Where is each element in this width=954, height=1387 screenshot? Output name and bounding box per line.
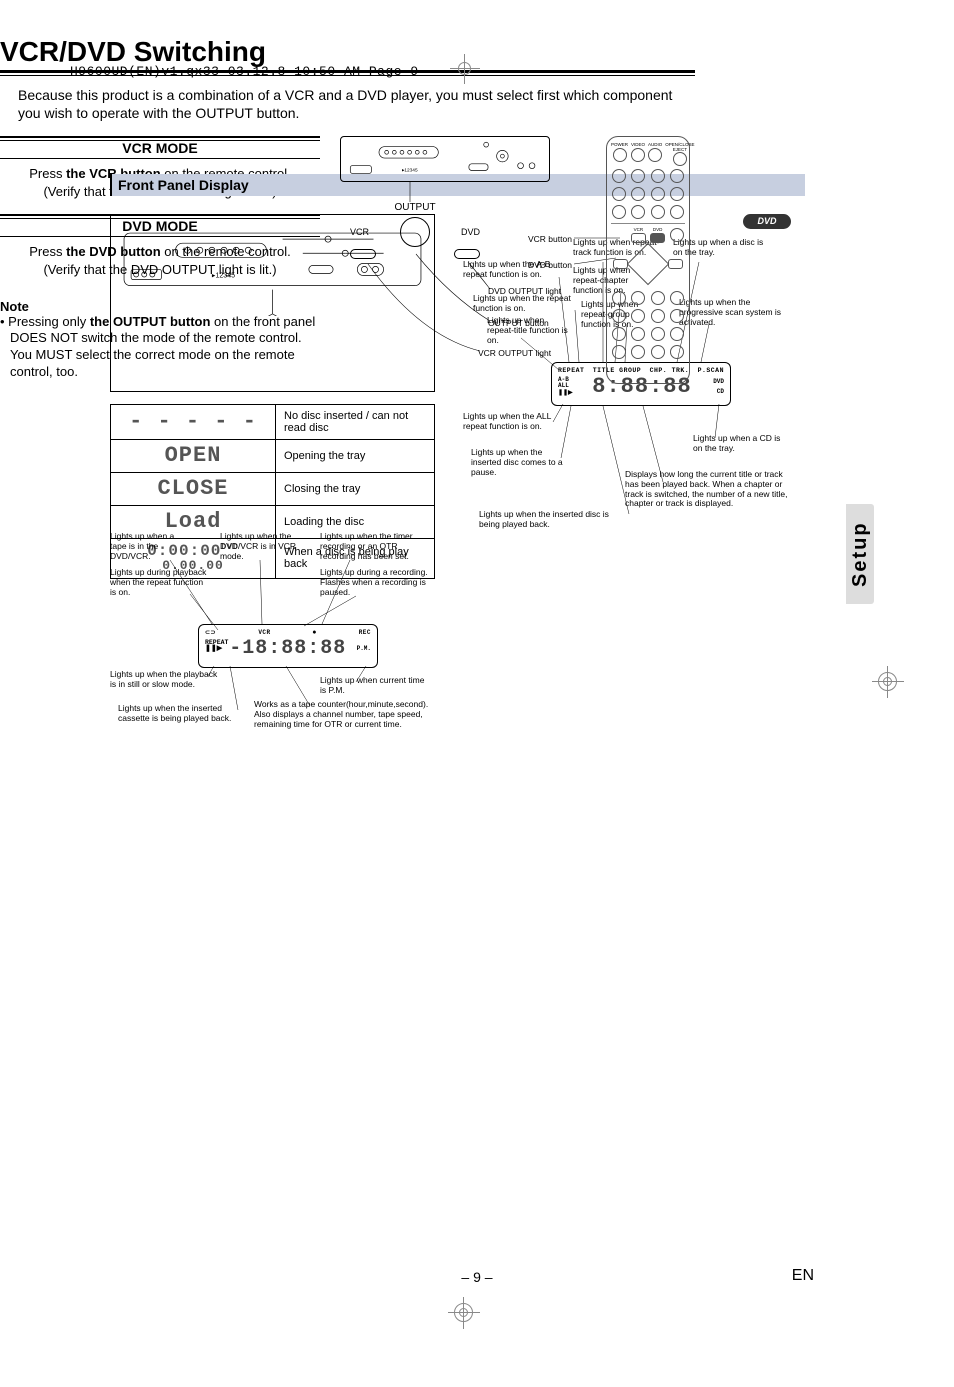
- mode-right-column: ▸12345 OUTPUT VCR DVD: [340, 136, 690, 396]
- dvd-label: DVD: [461, 227, 480, 237]
- switching-intro: Because this product is a combination of…: [18, 86, 688, 122]
- device-front-small: ▸12345: [340, 136, 550, 182]
- callout: Lights up when the DVD/VCR is in VCR mod…: [220, 532, 310, 561]
- callout: Lights up during playback when the repea…: [110, 568, 210, 597]
- dvd-badge-icon: DVD: [743, 214, 791, 229]
- callout: Lights up when current time is P.M.: [320, 676, 425, 696]
- callout: Lights up during a recording. Flashes wh…: [320, 568, 435, 597]
- output-button-icon: [400, 217, 430, 247]
- svg-text:▸12345: ▸12345: [402, 168, 418, 174]
- vcr-mode-header: VCR MODE: [0, 136, 320, 159]
- seg-open: OPEN: [111, 440, 276, 473]
- callout: Lights up when the inserted disc is bein…: [479, 510, 629, 530]
- callout: Lights up when the progressive scan syst…: [679, 298, 784, 327]
- device-front-small-svg: ▸12345: [341, 137, 549, 181]
- seg-close: CLOSE: [111, 473, 276, 506]
- remote-control: POWER VIDEO AUDIO OPEN/CLOSE EJECT VCR D…: [606, 136, 690, 384]
- callout: Lights up when the inserted disc comes t…: [471, 448, 571, 477]
- label-dvd-output-light: DVD OUTPUT light: [488, 286, 561, 296]
- label-vcr-output-light: VCR OUTPUT light: [478, 348, 551, 358]
- callout: Lights up when the playback is in still …: [110, 670, 220, 690]
- audio-button-icon: [648, 148, 662, 162]
- callout: Lights up when the inserted cassette is …: [118, 704, 248, 724]
- label-output-button: OUTPUT button: [488, 318, 549, 328]
- lcd-vcr-panel: ⊂⊃ VCR ⏺ REC REPEAT ❚❚▶ -18:88:88 P.M.: [198, 624, 378, 668]
- power-button-icon: [613, 148, 627, 162]
- dvd-output-light-icon: [454, 249, 480, 259]
- table-row: OPEN Opening the tray: [111, 440, 435, 473]
- output-panel: OUTPUT VCR DVD: [350, 202, 480, 259]
- callout: Lights up when a tape is in the DVD/VCR.: [110, 532, 190, 561]
- video-button-icon: [631, 148, 645, 162]
- crop-mark-top: [450, 54, 480, 84]
- desc-close: Closing the tray: [276, 473, 435, 506]
- callout: Displays how long the current title or t…: [625, 470, 790, 509]
- svg-text:▸12345: ▸12345: [212, 273, 235, 280]
- output-label: OUTPUT: [350, 202, 480, 213]
- remote-vcr-button-icon: [631, 233, 646, 243]
- seg-dashes: - - - - -: [111, 405, 276, 440]
- dvd-mode-header: DVD MODE: [0, 214, 320, 237]
- registration-mark-bottom: [448, 1297, 480, 1329]
- remote-dpad-icon: [627, 243, 669, 285]
- table-row: CLOSE Closing the tray: [111, 473, 435, 506]
- registration-mark-right: [872, 666, 904, 698]
- callout: Lights up when the ALL repeat function i…: [463, 412, 553, 432]
- vcr-label: VCR: [350, 227, 369, 237]
- language-code: EN: [792, 1267, 814, 1285]
- print-header: H9600UD(EN)v1.qx33 03.12.8 10:50 AM Page…: [70, 64, 419, 79]
- callout: Lights up when the timer recording or an…: [320, 532, 430, 561]
- eject-button-icon: [673, 152, 687, 166]
- desc-no-disc: No disc inserted / can not read disc: [276, 405, 435, 440]
- remote-nav-right-icon: [668, 259, 683, 269]
- side-tab-setup: Setup: [846, 504, 874, 604]
- label-vcr-button: VCR button: [528, 234, 572, 244]
- desc-open: Opening the tray: [276, 440, 435, 473]
- label-dvd-button: DVD button: [528, 260, 572, 270]
- callout: Works as a tape counter(hour,minute,seco…: [254, 700, 439, 729]
- table-row: - - - - - No disc inserted / can not rea…: [111, 405, 435, 440]
- vcr-output-light-icon: [350, 249, 376, 259]
- remote-dvd-button-icon: [650, 233, 665, 243]
- callout: Lights up when a CD is on the tray.: [693, 434, 788, 454]
